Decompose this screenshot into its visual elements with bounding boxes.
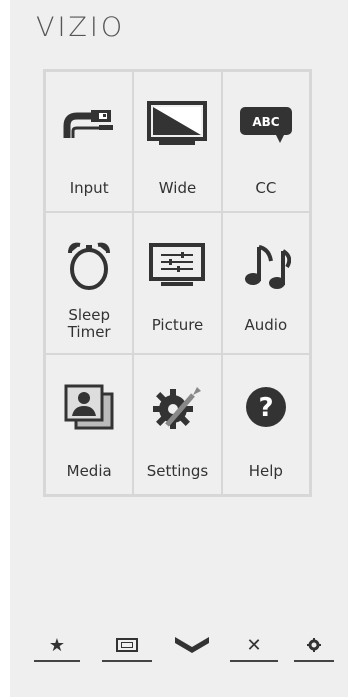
aspect-ratio-icon <box>116 638 138 652</box>
menu-tile-cc[interactable]: ABC CC <box>221 71 310 213</box>
menu-label-sleep-line2: Timer <box>67 323 111 342</box>
menu-grid: Input Wide ABC CC Sleep Timer Picture Au… <box>43 69 312 497</box>
menu-label-help: Help <box>248 461 283 480</box>
menu-label-wide: Wide <box>158 179 197 197</box>
star-icon: ★ <box>48 634 66 656</box>
gear-wrench-icon <box>145 381 209 433</box>
menu-label-audio: Audio <box>244 316 288 335</box>
question-icon: ? <box>234 381 298 433</box>
menu-tile-sleep-timer[interactable]: Sleep Timer <box>45 212 134 354</box>
bottom-quick-bar: ★ ✕ <box>34 628 334 662</box>
wide-screen-icon <box>145 98 209 150</box>
close-button[interactable]: ✕ <box>230 628 278 662</box>
underline <box>294 660 334 662</box>
alarm-clock-icon <box>57 239 121 291</box>
menu-tile-audio[interactable]: Audio <box>221 212 310 354</box>
input-cable-icon <box>57 98 121 150</box>
menu-label-input: Input <box>69 179 109 197</box>
underline <box>230 660 278 662</box>
underline <box>102 660 152 662</box>
menu-tile-help[interactable]: ? Help <box>221 353 310 495</box>
menu-label-sleep-timer: Sleep Timer <box>46 307 132 341</box>
menu-label-picture: Picture <box>151 316 204 335</box>
menu-tile-media[interactable]: Media <box>45 353 134 495</box>
music-note-icon <box>234 239 298 291</box>
menu-label-settings: Settings <box>146 461 209 480</box>
closed-caption-icon: ABC <box>234 98 298 150</box>
menu-tile-picture[interactable]: Picture <box>133 212 222 354</box>
underline <box>34 660 80 662</box>
aspect-ratio-button[interactable] <box>102 628 152 662</box>
close-icon: ✕ <box>246 634 262 656</box>
menu-tile-wide[interactable]: Wide <box>133 71 222 213</box>
picture-settings-icon <box>145 239 209 291</box>
more-button[interactable] <box>168 628 216 662</box>
vizio-logo: VIZIO <box>36 12 126 43</box>
menu-tile-input[interactable]: Input <box>45 71 134 213</box>
photos-icon <box>57 381 121 433</box>
menu-label-cc: CC <box>255 179 277 197</box>
menu-tile-settings[interactable]: Settings <box>133 353 222 495</box>
cc-badge-text: ABC <box>252 115 279 129</box>
settings-shortcut-button[interactable] <box>294 628 334 662</box>
chevron-down-icon <box>175 637 209 653</box>
help-question-glyph: ? <box>258 393 273 423</box>
gear-icon <box>307 638 321 652</box>
menu-label-media: Media <box>66 461 112 480</box>
favorites-button[interactable]: ★ <box>34 628 80 662</box>
menu-label-sleep-line1: Sleep <box>68 306 110 325</box>
